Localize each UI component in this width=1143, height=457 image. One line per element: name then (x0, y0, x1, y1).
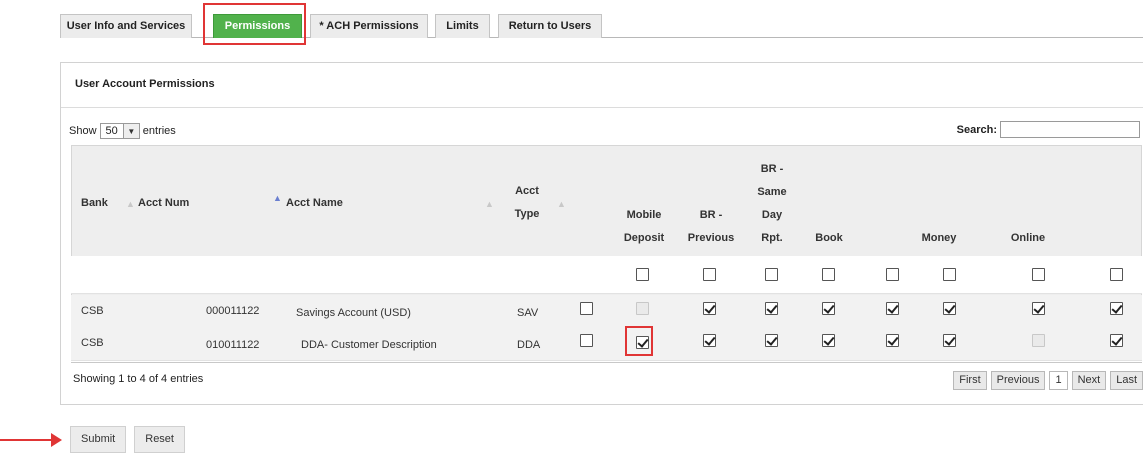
pointer-arrow-icon (51, 433, 62, 447)
table-row: CSB 000011122 Savings Account (USD) SAV (71, 295, 1142, 329)
reset-button[interactable]: Reset (134, 426, 185, 453)
header-line: Same (757, 186, 787, 198)
search-input[interactable] (1000, 121, 1140, 138)
divider (61, 107, 1143, 108)
select-all-mobile-deposit-checkbox[interactable] (636, 268, 649, 281)
loans-checkbox[interactable] (886, 334, 899, 347)
sort-icon: ▲ (126, 199, 135, 209)
loans-checkbox[interactable] (886, 302, 899, 315)
header-line: Deposit (623, 232, 665, 244)
sort-icon: ▲ (485, 199, 494, 209)
column-header-acct-num[interactable]: Acct Num (138, 192, 189, 215)
form-actions: Submit Reset (70, 426, 185, 453)
entries-select-value: 50 (105, 125, 118, 137)
column-header-acct-name[interactable]: Acct Name (286, 192, 343, 215)
column-header-bank[interactable]: Bank (81, 192, 108, 215)
sort-ascending-icon: ▲ (273, 193, 282, 203)
br-same-checkbox[interactable] (765, 334, 778, 347)
stops-checkbox[interactable] (1110, 334, 1123, 347)
header-line: Online (1010, 232, 1046, 244)
bank-cell: CSB (81, 305, 104, 317)
select-all-online-statements-checkbox[interactable] (1032, 268, 1045, 281)
select-all-br-same-checkbox[interactable] (765, 268, 778, 281)
panel-title: User Account Permissions (75, 78, 215, 90)
header-line: Mobile (626, 209, 662, 221)
br-previous-checkbox[interactable] (703, 334, 716, 347)
header-line: Acct (515, 185, 539, 197)
table-info: Showing 1 to 4 of 4 entries (73, 373, 204, 385)
entries-label: entries (142, 125, 176, 137)
br-previous-checkbox[interactable] (703, 302, 716, 315)
header-line: Type (514, 208, 540, 220)
acct-num-cell: 010011122 (206, 339, 260, 351)
select-all-money-transfer-checkbox[interactable] (943, 268, 956, 281)
select-all-row (71, 256, 1142, 294)
select-all-loans-checkbox[interactable] (886, 268, 899, 281)
header-line: Previous (687, 232, 735, 244)
book-transfer-checkbox[interactable] (822, 302, 835, 315)
divider (71, 362, 1142, 363)
money-transfer-checkbox[interactable] (943, 334, 956, 347)
stops-checkbox[interactable] (1110, 302, 1123, 315)
tab-return-to-users[interactable]: Return to Users (498, 14, 602, 38)
previous-page-button[interactable]: Previous (990, 371, 1046, 390)
online-statements-checkbox[interactable] (1032, 302, 1045, 315)
mobile-deposit-checkbox (636, 302, 649, 315)
acct-name-cell: Savings Account (USD) (296, 307, 411, 319)
acct-name-cell: DDA- Customer Description (301, 339, 437, 351)
acct-type-cell: SAV (517, 307, 539, 319)
show-label: Show (69, 125, 97, 137)
select-all-br-previous-checkbox[interactable] (703, 268, 716, 281)
header-line: Day (761, 209, 783, 221)
row-select-checkbox[interactable] (580, 334, 593, 347)
column-header-br-same-day-rpt: BR - Same Day Rpt. (746, 158, 798, 250)
first-page-button[interactable]: First (953, 371, 987, 390)
money-transfer-checkbox[interactable] (943, 302, 956, 315)
user-account-permissions-panel: User Account Permissions Show 50 ▼ entri… (60, 62, 1143, 405)
search-label: Search: (956, 123, 997, 136)
row-select-checkbox[interactable] (580, 302, 593, 315)
current-page-button[interactable]: 1 (1049, 371, 1068, 390)
select-all-stops-checkbox[interactable] (1110, 268, 1123, 281)
header-line: Rpt. (761, 232, 783, 244)
header-line: BR - (760, 163, 784, 175)
tab-ach-permissions[interactable]: * ACH Permissions (310, 14, 428, 38)
book-transfer-checkbox[interactable] (822, 334, 835, 347)
pagination: First Previous 1 Next Last (953, 371, 1143, 390)
pointer-arrow-line (0, 439, 54, 441)
chevron-down-icon: ▼ (122, 124, 139, 138)
select-all-book-transfer-checkbox[interactable] (822, 268, 835, 281)
sort-icon: ▲ (557, 199, 566, 209)
last-page-button[interactable]: Last (1110, 371, 1143, 390)
mobile-deposit-highlight (625, 326, 653, 356)
online-statements-checkbox (1032, 334, 1045, 347)
header-line: Money (921, 232, 957, 244)
header-line: Book (815, 232, 843, 244)
acct-num-cell: 000011122 (206, 305, 260, 317)
next-page-button[interactable]: Next (1071, 371, 1107, 390)
column-header-acct-type[interactable]: Acct Type (502, 180, 552, 226)
acct-type-cell: DDA (517, 339, 541, 351)
bank-cell: CSB (81, 337, 104, 349)
search-control: Search: (957, 121, 1140, 138)
br-same-checkbox[interactable] (765, 302, 778, 315)
tab-limits[interactable]: Limits (435, 14, 490, 38)
tab-user-info-and-services[interactable]: User Info and Services (60, 14, 192, 38)
table-row: CSB 010011122 DDA- Customer Description … (71, 327, 1142, 361)
permissions-tab-highlight (203, 3, 306, 45)
header-line: BR - (699, 209, 723, 221)
entries-length-control: Show 50 ▼ entries (69, 123, 176, 139)
submit-button[interactable]: Submit (70, 426, 127, 453)
entries-select[interactable]: 50 ▼ (99, 123, 140, 139)
